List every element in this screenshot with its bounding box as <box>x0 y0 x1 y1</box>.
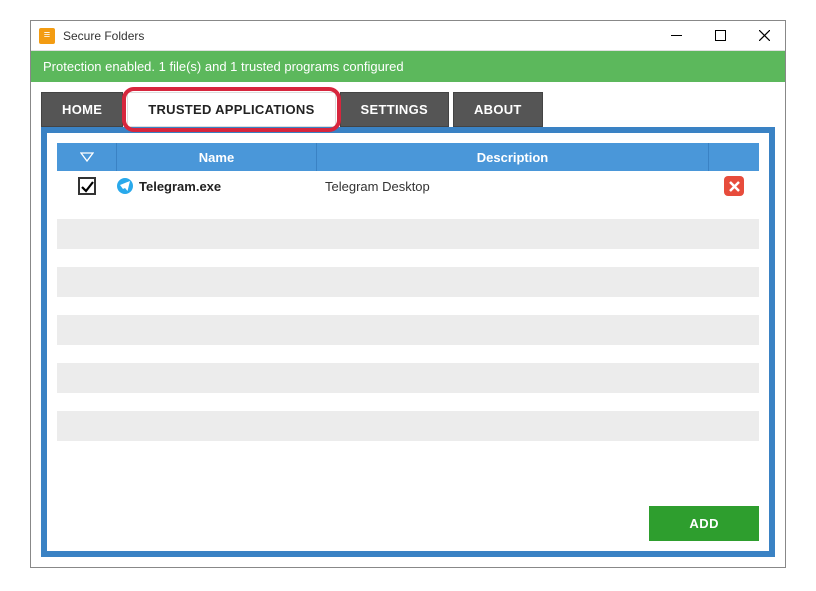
titlebar: Secure Folders <box>31 21 785 51</box>
column-sort[interactable] <box>57 143 117 171</box>
tab-home[interactable]: HOME <box>41 92 123 127</box>
footer: ADD <box>57 500 759 541</box>
status-bar: Protection enabled. 1 file(s) and 1 trus… <box>31 51 785 82</box>
minimize-button[interactable] <box>663 23 689 49</box>
close-button[interactable] <box>751 23 777 49</box>
table-body: Telegram.exe Telegram Desktop <box>57 171 759 500</box>
tab-trusted-applications[interactable]: TRUSTED APPLICATIONS <box>127 92 335 127</box>
empty-row <box>57 315 759 345</box>
tab-about[interactable]: ABOUT <box>453 92 543 127</box>
delete-button[interactable] <box>724 176 744 196</box>
row-name: Telegram.exe <box>139 179 221 194</box>
row-checkbox[interactable] <box>78 177 96 195</box>
app-window: Secure Folders Protection enabled. 1 fil… <box>30 20 786 568</box>
table-header: Name Description <box>57 143 759 171</box>
maximize-button[interactable] <box>707 23 733 49</box>
tab-settings[interactable]: SETTINGS <box>340 92 449 127</box>
column-name[interactable]: Name <box>117 143 317 171</box>
window-controls <box>663 23 777 49</box>
column-description[interactable]: Description <box>317 143 709 171</box>
table-row[interactable]: Telegram.exe Telegram Desktop <box>57 171 759 201</box>
column-action <box>709 143 759 171</box>
add-button[interactable]: ADD <box>649 506 759 541</box>
content-panel: Name Description Telegram.exe Telegram D… <box>41 127 775 557</box>
window-title: Secure Folders <box>63 29 663 43</box>
tabs-row: HOME TRUSTED APPLICATIONS SETTINGS ABOUT <box>31 82 785 127</box>
empty-row <box>57 267 759 297</box>
empty-row <box>57 363 759 393</box>
telegram-icon <box>117 178 133 194</box>
app-icon <box>39 28 55 44</box>
status-text: Protection enabled. 1 file(s) and 1 trus… <box>43 59 404 74</box>
empty-row <box>57 219 759 249</box>
row-description: Telegram Desktop <box>317 179 709 194</box>
empty-row <box>57 411 759 441</box>
